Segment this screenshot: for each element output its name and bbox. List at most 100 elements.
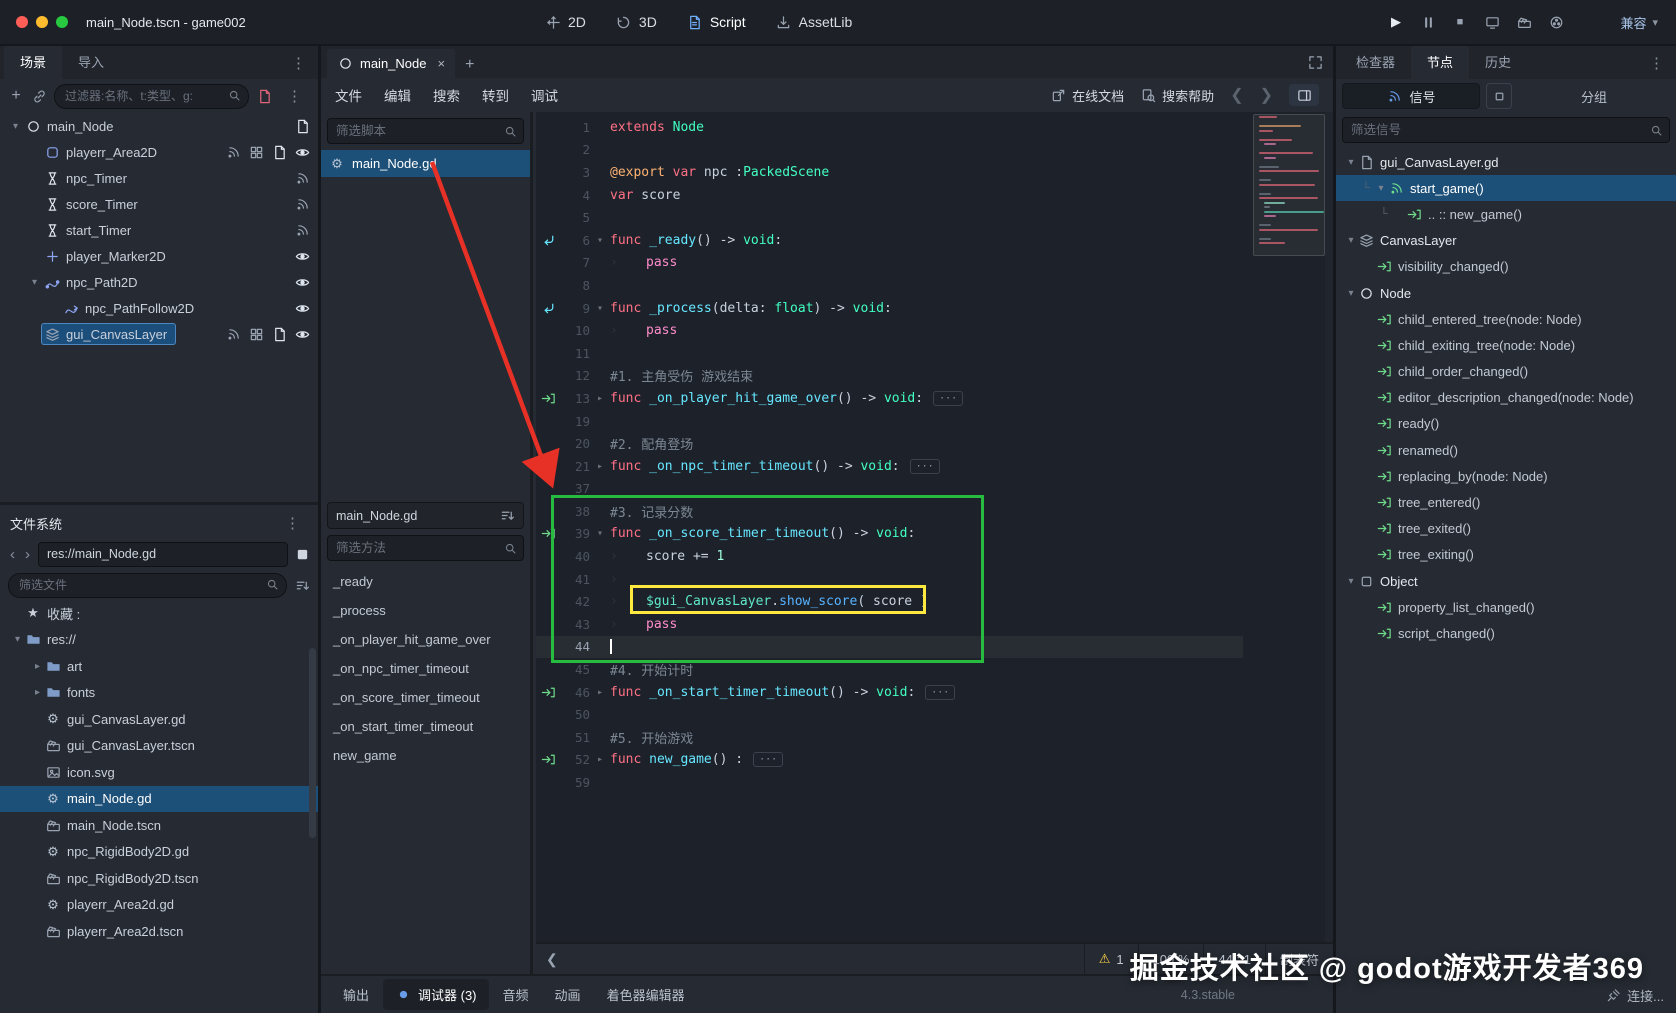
code-line-50[interactable]: 50 xyxy=(536,703,1243,726)
code-line-4[interactable]: 4 var score xyxy=(536,184,1243,207)
code-line-12[interactable]: 12 #1. 主角受伤 游戏结束 xyxy=(536,365,1243,388)
signal-row-.. :: new_game()[interactable]: └ .. :: new_game() xyxy=(1336,201,1676,227)
signal-icon[interactable] xyxy=(225,326,241,342)
signal-row-property_list_changed()[interactable]: property_list_changed() xyxy=(1336,594,1676,620)
signal-row-child_entered_tree(node: Node)[interactable]: child_entered_tree(node: Node) xyxy=(1336,306,1676,332)
method-_process[interactable]: _process xyxy=(321,596,530,625)
scene-node-playerr_Area2D[interactable]: playerr_Area2D xyxy=(0,139,318,165)
expander-icon[interactable]: ▾ xyxy=(1344,288,1358,299)
signal-row-tree_exited()[interactable]: tree_exited() xyxy=(1336,516,1676,542)
method-new_game[interactable]: new_game xyxy=(321,741,530,770)
scene-node-npc_Timer[interactable]: npc_Timer xyxy=(0,165,318,191)
signal-row-CanvasLayer[interactable]: ▾ CanvasLayer xyxy=(1336,228,1676,254)
scripts-filter-input[interactable] xyxy=(327,118,524,144)
node-dock-tab-节点[interactable]: 节点 xyxy=(1411,45,1470,79)
fold-icon[interactable]: ▸ xyxy=(590,754,610,765)
signal-row-ready()[interactable]: ready() xyxy=(1336,411,1676,437)
file-playerr_Area2d.gd[interactable]: ⚙ playerr_Area2d.gd xyxy=(0,892,318,919)
folded-code-chip[interactable]: ··· xyxy=(909,458,940,474)
workspace-script[interactable]: Script xyxy=(687,14,746,30)
workspace-3d[interactable]: 3D xyxy=(616,14,657,30)
signal-row-child_exiting_tree(node: Node)[interactable]: child_exiting_tree(node: Node) xyxy=(1336,332,1676,358)
signal-filter-input[interactable] xyxy=(1342,117,1670,143)
signal-icon[interactable] xyxy=(294,170,310,186)
file-playerr_Area2d.tscn[interactable]: playerr_Area2d.tscn xyxy=(0,918,318,945)
eye-icon[interactable] xyxy=(294,144,310,160)
play-custom-icon[interactable] xyxy=(1516,14,1532,30)
menu-搜索[interactable]: 搜索 xyxy=(433,85,460,105)
signal-row-editor_description_changed(node: Node)[interactable]: editor_description_changed(node: Node) xyxy=(1336,385,1676,411)
add-node-button[interactable]: + xyxy=(8,87,24,104)
node-dock-tab-检查器[interactable]: 检查器 xyxy=(1340,45,1411,79)
eye-icon[interactable] xyxy=(294,248,310,264)
menu-调试[interactable]: 调试 xyxy=(531,85,558,105)
file-filter-input[interactable] xyxy=(8,572,287,598)
script-icon[interactable] xyxy=(271,144,287,160)
fold-icon[interactable]: ▾ xyxy=(590,235,610,246)
fold-icon[interactable]: ▸ xyxy=(590,393,610,404)
signal-row-visibility_changed()[interactable]: visibility_changed() xyxy=(1336,254,1676,280)
online-docs-link[interactable]: 在线文档 xyxy=(1050,86,1124,105)
signal-row-gui_CanvasLayer.gd[interactable]: ▾ gui_CanvasLayer.gd xyxy=(1336,149,1676,175)
script-icon[interactable] xyxy=(294,118,310,134)
expander-icon[interactable]: ▸ xyxy=(30,661,45,672)
signal-icon[interactable] xyxy=(294,196,310,212)
code-line-1[interactable]: 1 extends Node xyxy=(536,116,1243,139)
scripts-panel-toggle[interactable] xyxy=(1289,84,1319,106)
code-line-20[interactable]: 20 #2. 配角登场 xyxy=(536,432,1243,455)
current-path-field[interactable] xyxy=(38,541,288,567)
code-line-51[interactable]: 51 #5. 开始游戏 xyxy=(536,726,1243,749)
file-res://[interactable]: ▾ res:// xyxy=(0,627,318,654)
file-gui_CanvasLayer.tscn[interactable]: gui_CanvasLayer.tscn xyxy=(0,733,318,760)
pause-icon[interactable] xyxy=(1420,14,1436,30)
code-line-11[interactable]: 11 xyxy=(536,342,1243,365)
play-scene-icon[interactable] xyxy=(1484,14,1500,30)
menu-文件[interactable]: 文件 xyxy=(335,85,362,105)
signal-row-script_changed()[interactable]: script_changed() xyxy=(1336,620,1676,646)
file-gui_CanvasLayer.gd[interactable]: ⚙ gui_CanvasLayer.gd xyxy=(0,706,318,733)
signal-row-renamed()[interactable]: renamed() xyxy=(1336,437,1676,463)
file-main_Node.gd[interactable]: ⚙ main_Node.gd xyxy=(0,785,318,812)
code-line-46[interactable]: 46 ▸ func _on_start_timer_timeout() -> v… xyxy=(536,681,1243,704)
methods-filter-input[interactable] xyxy=(327,535,524,561)
movie-mode-icon[interactable] xyxy=(1548,14,1564,30)
split-mode-toggle-icon[interactable] xyxy=(294,546,310,562)
scene-node-score_Timer[interactable]: score_Timer xyxy=(0,191,318,217)
stop-icon[interactable]: ■ xyxy=(1452,14,1468,30)
kebab-menu-icon[interactable]: ⋮ xyxy=(1641,54,1672,72)
code-line-10[interactable]: 10 › pass xyxy=(536,319,1243,342)
scene-node-npc_PathFollow2D[interactable]: npc_PathFollow2D xyxy=(0,295,318,321)
code-line-2[interactable]: 2 xyxy=(536,139,1243,162)
method-_on_score_timer_timeout[interactable]: _on_score_timer_timeout xyxy=(321,683,530,712)
history-forward-icon[interactable]: ❯ xyxy=(1260,85,1273,105)
folded-code-chip[interactable]: ··· xyxy=(925,684,956,700)
file-icon.svg[interactable]: icon.svg xyxy=(0,759,318,786)
file-art[interactable]: ▸ art xyxy=(0,653,318,680)
eye-icon[interactable] xyxy=(294,326,310,342)
bottom-tab-调试器 (3)[interactable]: 调试器 (3) xyxy=(383,979,489,1010)
scene-dock-tab-场景[interactable]: 场景 xyxy=(4,45,63,79)
menu-转到[interactable]: 转到 xyxy=(482,85,509,105)
code-line-13[interactable]: 13 ▸ func _on_player_hit_game_over() -> … xyxy=(536,387,1243,410)
signal-icon[interactable] xyxy=(294,222,310,238)
group-icon[interactable] xyxy=(248,326,264,342)
code-line-6[interactable]: 6 ▾ func _ready() -> void: xyxy=(536,229,1243,252)
scene-node-npc_Path2D[interactable]: ▾ npc_Path2D xyxy=(0,269,318,295)
method-_on_player_hit_game_over[interactable]: _on_player_hit_game_over xyxy=(321,625,530,654)
scrollbar-thumb[interactable] xyxy=(309,648,316,838)
node-dock-tab-历史[interactable]: 历史 xyxy=(1469,45,1527,79)
code-line-5[interactable]: 5 xyxy=(536,206,1243,229)
code-line-8[interactable]: 8 xyxy=(536,274,1243,297)
bottom-tab-输出[interactable]: 输出 xyxy=(331,979,381,1010)
scene-node-start_Timer[interactable]: start_Timer xyxy=(0,217,318,243)
code-line-21[interactable]: 21 ▸ func _on_npc_timer_timeout() -> voi… xyxy=(536,455,1243,478)
tab-signals[interactable]: 信号 xyxy=(1342,83,1480,109)
signal-row-start_game()[interactable]: └ ▾ start_game() xyxy=(1336,175,1676,202)
forward-icon[interactable]: › xyxy=(23,546,32,563)
workspace-2d[interactable]: 2D xyxy=(545,14,586,30)
minimize-window-icon[interactable] xyxy=(36,16,48,28)
history-back-icon[interactable]: ❮ xyxy=(1230,85,1243,105)
scene-node-gui_CanvasLayer[interactable]: gui_CanvasLayer xyxy=(0,321,318,347)
expander-icon[interactable]: ▾ xyxy=(8,121,23,132)
eye-icon[interactable] xyxy=(294,300,310,316)
